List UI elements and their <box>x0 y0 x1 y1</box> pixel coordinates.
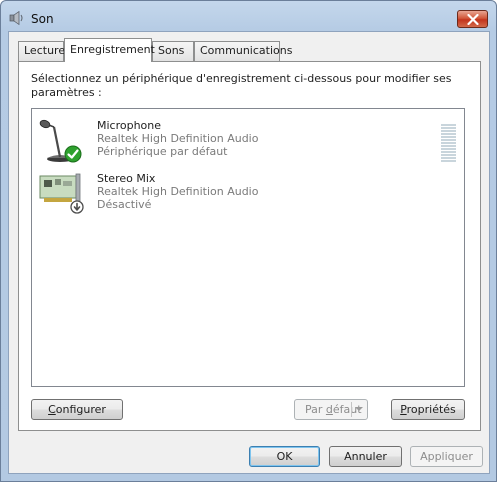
microphone-icon <box>38 117 82 163</box>
title-bar[interactable]: Son <box>1 1 496 35</box>
default-checkmark-icon <box>64 145 82 163</box>
apply-button[interactable]: Appliquer <box>410 446 483 467</box>
device-name: Stereo Mix <box>97 172 156 185</box>
device-status: Désactivé <box>97 198 152 211</box>
close-icon <box>467 14 479 25</box>
input-level-meter <box>441 124 456 164</box>
set-default-mnemonic: d <box>325 403 333 416</box>
device-name: Microphone <box>97 119 162 132</box>
recording-device-list[interactable]: Microphone Realtek High Definition Audio… <box>31 108 465 387</box>
ok-button[interactable]: OK <box>249 446 320 467</box>
list-item-microphone[interactable]: Microphone Realtek High Definition Audio… <box>36 115 456 165</box>
properties-button[interactable]: Propriétés <box>391 399 465 420</box>
cancel-button[interactable]: Annuler <box>329 446 402 467</box>
configure-button[interactable]: Configurer <box>31 399 123 420</box>
tab-sons[interactable]: Sons <box>152 41 194 61</box>
recording-tab-panel: Sélectionnez un périphérique d'enregistr… <box>18 61 481 431</box>
device-driver: Realtek High Definition Audio <box>97 132 259 145</box>
set-default-button[interactable]: Par défaut <box>294 399 368 420</box>
close-button[interactable] <box>457 10 488 28</box>
tab-communications[interactable]: Communications <box>194 41 292 61</box>
configure-label: onfigurer <box>55 403 106 416</box>
dialog-client-area: Lecture Enregistrement Sons Communicatio… <box>8 31 490 474</box>
sound-card-icon <box>38 170 84 216</box>
speaker-icon <box>9 10 25 26</box>
split-divider <box>351 402 352 417</box>
properties-label: ropriétés <box>406 403 456 416</box>
chevron-down-icon[interactable] <box>355 407 363 411</box>
tab-lecture[interactable]: Lecture <box>18 41 65 61</box>
configure-mnemonic: C <box>48 403 56 416</box>
instructions-text: Sélectionnez un périphérique d'enregistr… <box>31 72 452 99</box>
window-title: Son <box>31 12 54 26</box>
tab-enregistrement[interactable]: Enregistrement <box>64 38 155 62</box>
device-status: Périphérique par défaut <box>97 145 228 158</box>
disabled-arrow-icon <box>70 200 84 214</box>
sound-dialog-window: Son Lecture Enregistrement Sons Communic… <box>0 0 497 482</box>
set-default-label-pre: Par <box>305 403 326 416</box>
list-item-stereo-mix[interactable]: Stereo Mix Realtek High Definition Audio… <box>36 168 456 218</box>
device-driver: Realtek High Definition Audio <box>97 185 259 198</box>
